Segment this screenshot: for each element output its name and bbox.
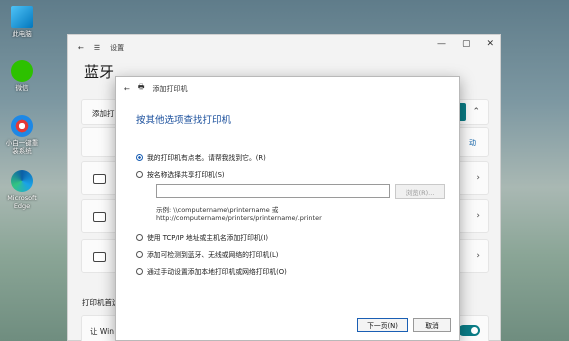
example-text-line1: 示例: \\computername\printername 或 [156, 206, 279, 214]
option-shared-by-name[interactable]: 按名称选择共享打印机(S) [136, 169, 225, 179]
browse-button[interactable]: 浏览(R)... [395, 184, 445, 199]
desktop-icon-xiaobai[interactable]: 小白一键重装系统 [4, 115, 40, 155]
cancel-button[interactable]: 取消 [413, 318, 451, 332]
desktop-icon-label: 此电脑 [12, 30, 32, 38]
app-icon [11, 115, 33, 137]
shared-printer-input[interactable] [156, 184, 390, 198]
chevron-right-icon: › [476, 173, 480, 183]
radio-button[interactable] [136, 267, 143, 275]
chevron-right-icon: › [476, 251, 480, 261]
page-title: 蓝牙 [84, 63, 115, 81]
close-button[interactable]: ✕ [486, 39, 494, 49]
option-tcpip[interactable]: 使用 TCP/IP 地址或主机名添加打印机(I) [136, 232, 268, 242]
radio-button[interactable] [136, 233, 143, 241]
settings-titlebar: ← ☰ 设置 [68, 35, 500, 61]
computer-icon [11, 6, 33, 28]
option-label: 通过手动设置添加本地打印机或网络打印机(O) [147, 268, 287, 276]
edge-icon [11, 170, 33, 192]
option-old-printer[interactable]: 我的打印机有点老。请帮我找到它。(R) [136, 152, 266, 162]
printer-icon [93, 212, 106, 222]
default-printer-toggle[interactable] [458, 325, 480, 336]
option-label: 使用 TCP/IP 地址或主机名添加打印机(I) [147, 234, 268, 242]
desktop-icon-this-pc[interactable]: 此电脑 [4, 6, 40, 38]
desktop-icon-wechat[interactable]: 微信 [4, 60, 40, 92]
back-arrow-icon[interactable]: ← [78, 44, 84, 52]
desktop-icon-label: Microsoft Edge [7, 194, 37, 210]
option-label: 我的打印机有点老。请帮我找到它。(R) [147, 154, 266, 162]
manual-add-link[interactable]: 动 [469, 138, 476, 148]
radio-button[interactable] [136, 250, 143, 258]
radio-button[interactable] [136, 153, 143, 161]
chevron-right-icon: › [476, 211, 480, 221]
settings-nav-title: 设置 [110, 44, 125, 52]
dialog-title: 添加打印机 [152, 84, 188, 93]
back-arrow-icon[interactable]: ← [124, 85, 130, 93]
hamburger-menu-icon[interactable]: ☰ [94, 44, 100, 52]
printer-icon: 🖶 [137, 83, 145, 91]
add-printer-dialog: ← 🖶 添加打印机 按其他选项查找打印机 我的打印机有点老。请帮我找到它。(R)… [115, 76, 460, 341]
minimize-button[interactable]: — [437, 39, 446, 49]
radio-button[interactable] [136, 170, 143, 178]
option-label: 按名称选择共享打印机(S) [147, 171, 225, 179]
next-button[interactable]: 下一页(N) [357, 318, 408, 332]
printer-icon [93, 252, 106, 262]
chevron-up-icon[interactable]: ⌃ [472, 107, 480, 117]
desktop-icon-edge[interactable]: Microsoft Edge [4, 170, 40, 210]
desktop-icon-label: 微信 [15, 84, 29, 92]
window-controls: — ▢ ✕ [437, 39, 494, 49]
desktop-icon-label: 小白一键重装系统 [5, 139, 39, 155]
default-printer-label: 让 Win [90, 327, 114, 336]
option-label: 添加可检测到蓝牙、无线或网络的打印机(L) [147, 251, 279, 259]
printer-preferences-heading: 打印机首选 [82, 298, 120, 307]
wechat-icon [11, 60, 33, 82]
dialog-header: ← 🖶 添加打印机 [124, 83, 187, 94]
option-manual-local[interactable]: 通过手动设置添加本地打印机或网络打印机(O) [136, 266, 287, 276]
example-text-line2: http://computername/printers/printername… [156, 214, 322, 222]
printer-icon [93, 174, 106, 184]
add-printer-label: 添加打 [92, 109, 115, 118]
dialog-heading: 按其他选项查找打印机 [136, 115, 232, 126]
maximize-button[interactable]: ▢ [462, 39, 471, 49]
option-bluetooth-wireless[interactable]: 添加可检测到蓝牙、无线或网络的打印机(L) [136, 249, 278, 259]
